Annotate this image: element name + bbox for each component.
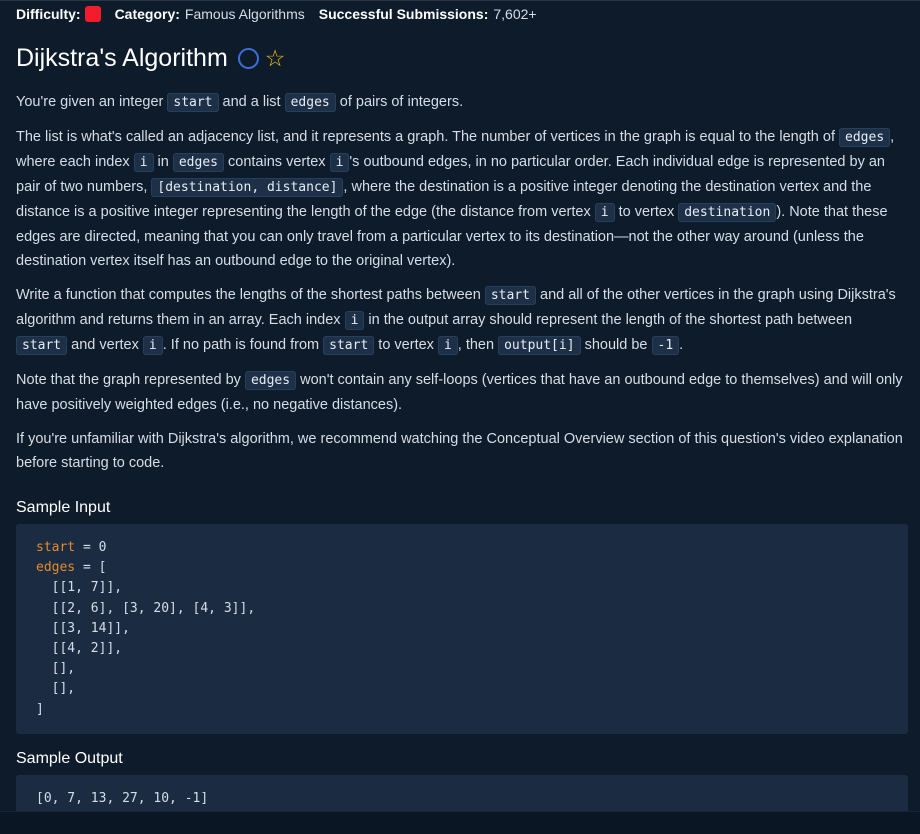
- submissions: Successful Submissions: 7,602+: [319, 6, 537, 22]
- text-segment: contains vertex: [224, 154, 330, 170]
- inline-code: start: [323, 336, 375, 355]
- text-segment: and a list: [218, 94, 285, 110]
- category: Category: Famous Algorithms: [115, 6, 305, 22]
- text-segment: If you're unfamiliar with Dijkstra's alg…: [16, 431, 903, 471]
- code-line: ]: [36, 701, 44, 717]
- paragraph-4: Note that the graph represented by edges…: [16, 368, 906, 417]
- difficulty: Difficulty:: [16, 6, 101, 22]
- inline-code: output[i]: [498, 336, 581, 355]
- paragraph-2: The list is what's called an adjacency l…: [16, 125, 906, 273]
- text-segment: . If no path is found from: [162, 337, 324, 353]
- inline-code: i: [437, 336, 458, 355]
- inline-code: edges: [244, 371, 297, 390]
- paragraph-3: Write a function that computes the lengt…: [16, 283, 906, 358]
- text-segment: You're given an integer: [16, 94, 168, 110]
- code-line: [[1, 7]],: [36, 580, 123, 596]
- inline-code: edges: [172, 153, 224, 172]
- category-value: Famous Algorithms: [184, 6, 305, 22]
- code-line: [[2, 6], [3, 20], [4, 3]],: [36, 600, 256, 616]
- text-segment: to vertex: [374, 337, 438, 353]
- difficulty-hard-icon: [84, 6, 101, 22]
- text-segment: The list is what's called an adjacency l…: [16, 129, 840, 145]
- text-segment: Write a function that computes the lengt…: [16, 287, 485, 303]
- inline-code: i: [329, 153, 350, 172]
- text-segment: should be: [580, 337, 652, 353]
- star-icon[interactable]: ☆: [265, 47, 286, 70]
- inline-code: i: [594, 203, 615, 222]
- inline-code: i: [133, 153, 154, 172]
- inline-code: start: [167, 93, 219, 112]
- paragraph-1: You're given an integer start and a list…: [16, 90, 906, 115]
- top-divider: [0, 0, 920, 1]
- inline-code: edges: [839, 128, 891, 147]
- inline-code: start: [16, 336, 68, 355]
- edges-var: edges: [36, 560, 76, 576]
- inline-code: [destination, distance]: [151, 178, 344, 197]
- text-segment: .: [679, 337, 684, 353]
- start-var: start: [36, 540, 76, 555]
- code-line: [[3, 14]],: [36, 620, 130, 636]
- inline-code: edges: [284, 93, 336, 112]
- text-segment: in the output array should represent the…: [364, 312, 853, 328]
- text-segment: Note that the graph represented by: [16, 372, 245, 388]
- text-segment: to vertex: [614, 204, 679, 220]
- start-assign: = 0: [75, 540, 107, 555]
- edges-assign: = [: [75, 560, 107, 576]
- difficulty-label: Difficulty:: [16, 6, 81, 22]
- sample-input-code: start = 0 edges = [ [[1, 7]], [[2, 6], […: [16, 524, 908, 734]
- sample-output-heading: Sample Output: [16, 750, 123, 767]
- paragraph-5: If you're unfamiliar with Dijkstra's alg…: [16, 427, 906, 475]
- text-segment: , then: [457, 337, 499, 353]
- inline-code: i: [142, 336, 163, 355]
- text-segment: of pairs of integers.: [335, 94, 464, 110]
- submissions-label: Successful Submissions:: [318, 6, 489, 22]
- code-line: [],: [36, 681, 76, 697]
- sample-input-heading: Sample Input: [16, 499, 111, 516]
- page-title: Dijkstra's Algorithm: [16, 44, 228, 72]
- code-line: [],: [36, 661, 76, 677]
- inline-code: destination: [678, 203, 777, 222]
- text-segment: and vertex: [67, 337, 143, 353]
- inline-code: i: [344, 311, 365, 330]
- submissions-value: 7,602+: [493, 6, 537, 22]
- text-segment: in: [153, 154, 173, 170]
- code-line: [[4, 2]],: [36, 641, 123, 657]
- problem-description: You're given an integer start and a list…: [16, 90, 906, 485]
- inline-code: start: [484, 286, 536, 305]
- problem-meta: Difficulty: Category: Famous Algorithms …: [16, 6, 551, 22]
- inline-code: -1: [651, 336, 680, 355]
- circle-icon[interactable]: [237, 48, 259, 69]
- category-label: Category:: [114, 6, 180, 22]
- bottom-panel-edge: [0, 811, 920, 834]
- output-line: [0, 7, 13, 27, 10, -1]: [36, 791, 209, 806]
- title-row: Dijkstra's Algorithm ☆: [16, 44, 285, 73]
